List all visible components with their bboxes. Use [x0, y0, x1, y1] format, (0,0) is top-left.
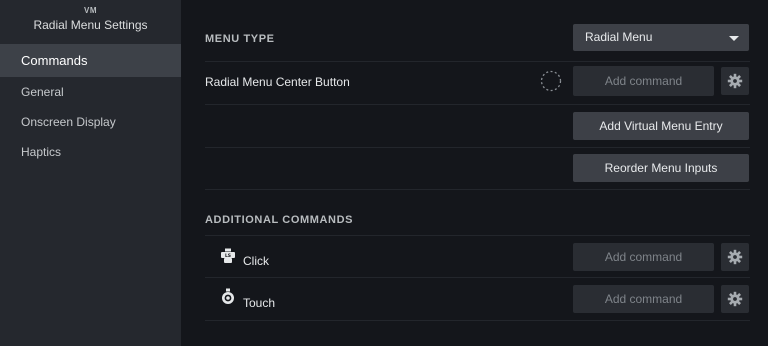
touch-settings-button[interactable]: [721, 285, 749, 313]
gear-icon: [727, 291, 743, 307]
menu-type-dropdown[interactable]: Radial Menu: [573, 24, 749, 51]
center-button-row: Radial Menu Center Button Add command: [205, 62, 750, 105]
click-settings-button[interactable]: [721, 243, 749, 271]
additional-commands-title: ADDITIONAL COMMANDS: [205, 214, 354, 226]
center-button-label: Radial Menu Center Button: [205, 75, 350, 89]
click-label: Click: [243, 254, 269, 268]
add-virtual-row: Add Virtual Menu Entry: [205, 105, 750, 148]
sidebar-abbr: VM: [84, 6, 97, 15]
sidebar-item-general[interactable]: General: [0, 77, 181, 107]
add-virtual-menu-entry-button[interactable]: Add Virtual Menu Entry: [573, 112, 749, 140]
click-icon: LS: [219, 247, 237, 270]
sidebar-item-commands[interactable]: Commands: [0, 44, 181, 77]
touch-icon: [219, 288, 237, 311]
menu-type-row: MENU TYPE Radial Menu: [205, 20, 750, 62]
sidebar-item-haptics[interactable]: Haptics: [0, 137, 181, 167]
main-panel: MENU TYPE Radial Menu Radial Menu Center…: [181, 0, 768, 346]
sidebar-header: VM Radial Menu Settings: [0, 0, 181, 44]
touch-label: Touch: [243, 296, 276, 310]
reorder-row: Reorder Menu Inputs: [205, 148, 750, 190]
click-add-command-button[interactable]: Add command: [573, 243, 714, 271]
gear-icon: [727, 73, 743, 89]
sidebar: VM Radial Menu Settings Commands General…: [0, 0, 181, 346]
sidebar-title: Radial Menu Settings: [33, 18, 148, 32]
svg-text:LS: LS: [225, 253, 231, 259]
menu-type-title: MENU TYPE: [205, 33, 275, 45]
center-add-command-button[interactable]: Add command: [573, 66, 714, 96]
radial-dashed-circle-icon: [537, 67, 565, 95]
gear-icon: [727, 249, 743, 265]
chevron-down-icon: [729, 36, 739, 41]
center-settings-button[interactable]: [721, 67, 749, 95]
click-row: LS Click Add command: [205, 236, 750, 278]
menu-type-selected: Radial Menu: [585, 30, 653, 44]
reorder-menu-inputs-button[interactable]: Reorder Menu Inputs: [573, 154, 749, 182]
touch-add-command-button[interactable]: Add command: [573, 285, 714, 313]
touch-row: Touch Add command: [205, 278, 750, 321]
sidebar-item-onscreen-display[interactable]: Onscreen Display: [0, 107, 181, 137]
